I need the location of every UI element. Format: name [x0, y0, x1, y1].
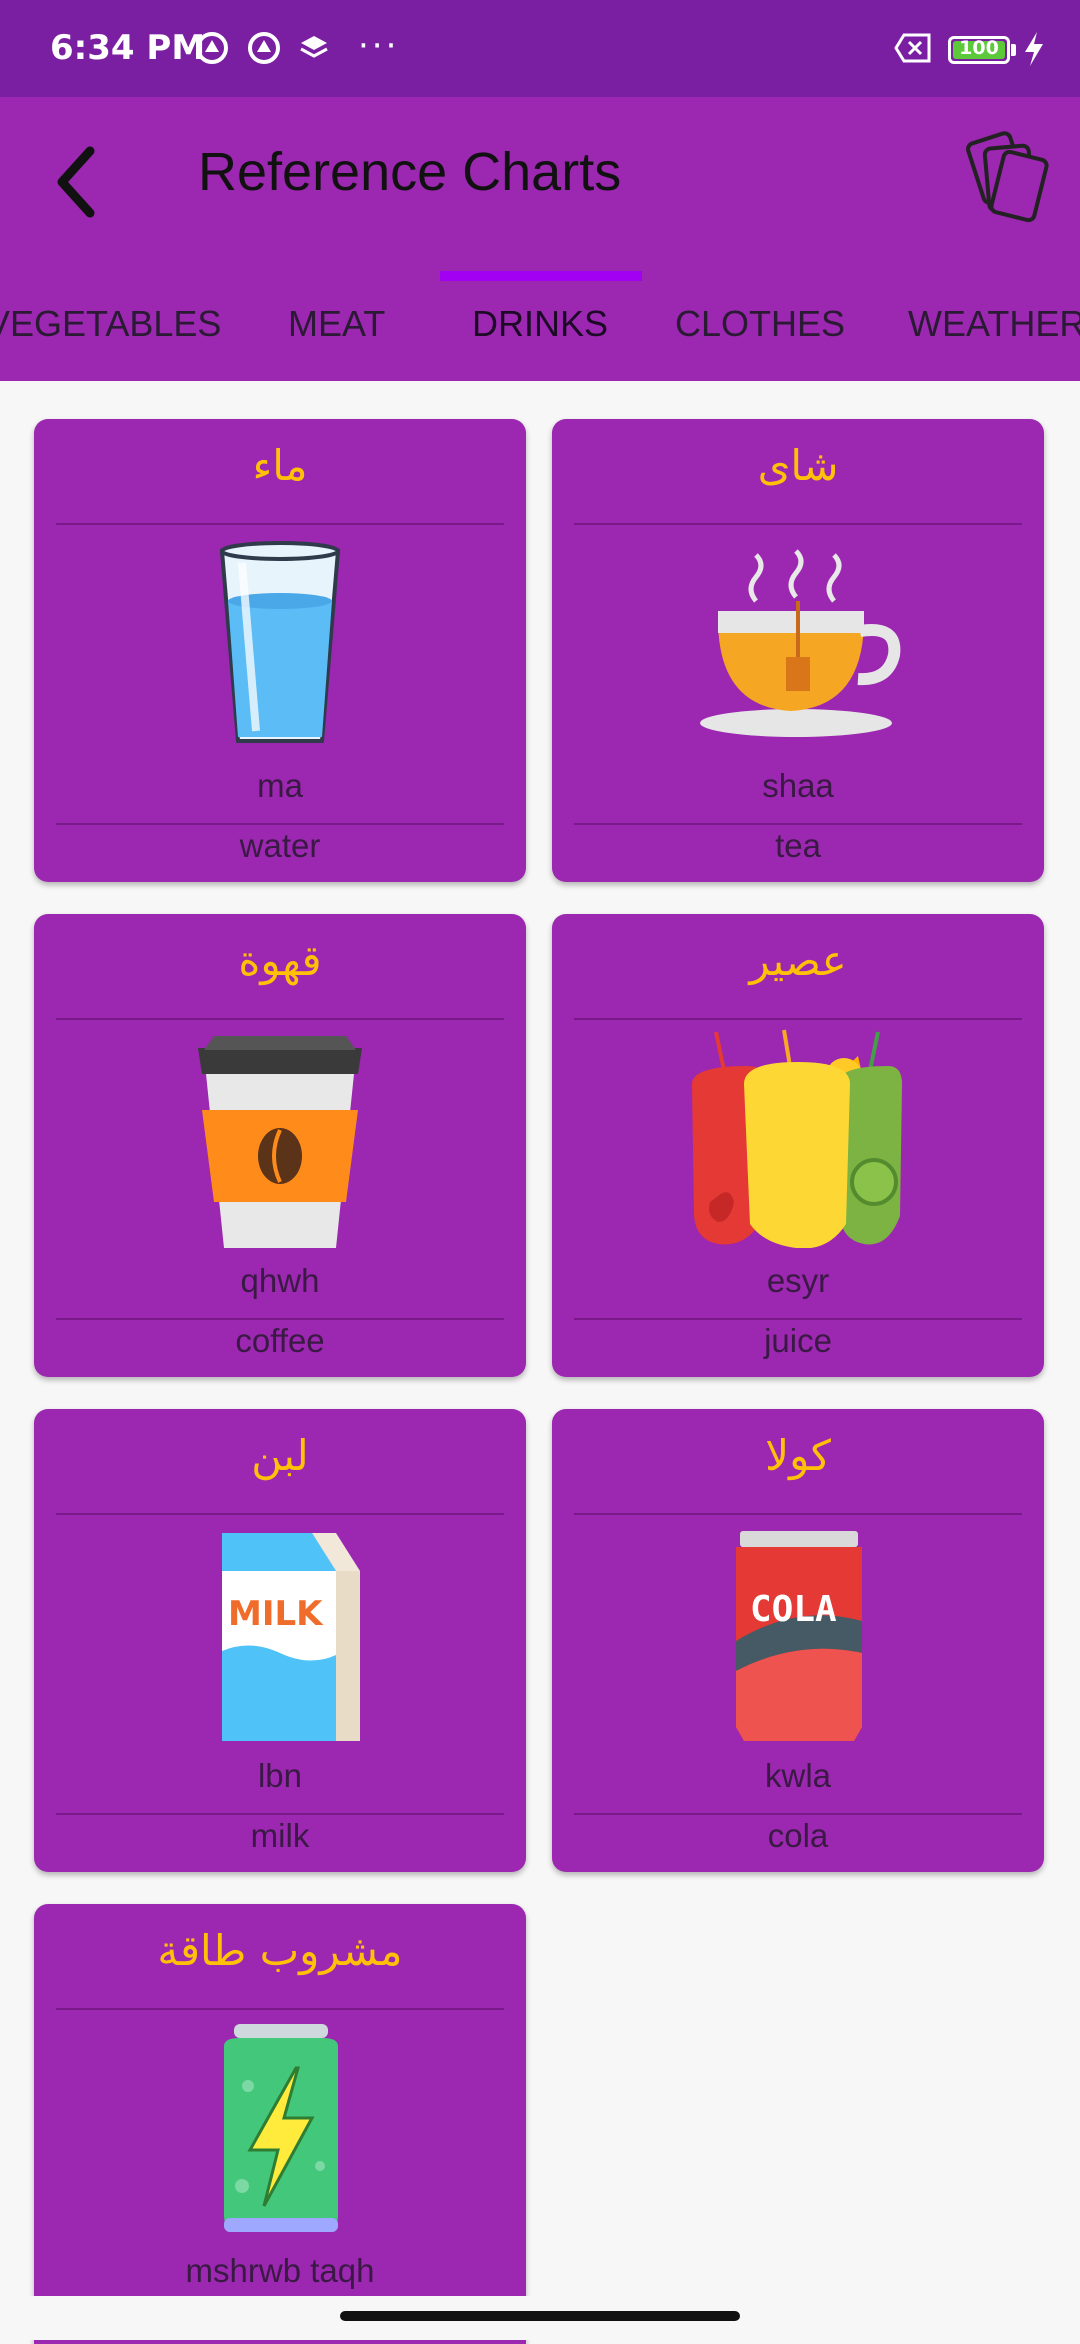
- english-word: water: [239, 827, 321, 864]
- drink-card-tea[interactable]: شاى shaa tea: [552, 419, 1044, 882]
- arabic-word: شاى: [757, 441, 839, 490]
- tab-drinks[interactable]: Drinks: [472, 281, 608, 381]
- battery-icon: 100: [948, 36, 1010, 64]
- tab-weather[interactable]: Weather: [908, 281, 1080, 381]
- transliteration: shaa: [762, 767, 834, 804]
- arabic-word: عصير: [749, 936, 847, 985]
- app-bar: Reference Charts Vegetables Meat Drinks …: [0, 97, 1080, 381]
- arabic-word: لبن: [251, 1431, 309, 1480]
- energy-drink-can-icon: [224, 2024, 338, 2232]
- tab-meat[interactable]: Meat: [288, 281, 385, 381]
- home-indicator[interactable]: [340, 2311, 740, 2321]
- english-word: milk: [250, 1817, 310, 1854]
- sim-icon: [894, 33, 931, 63]
- svg-text:COLA: COLA: [750, 1589, 837, 1630]
- drink-card-energy-drink[interactable]: مشروب طاقة mshrwb taqh: [34, 1904, 526, 2344]
- notification-icon: [248, 32, 280, 64]
- svg-text:MILK: MILK: [228, 1594, 324, 1634]
- arabic-word: كولا: [765, 1431, 831, 1480]
- drink-card-cola[interactable]: كولا COLA kwla cola: [552, 1409, 1044, 1872]
- arabic-word: قهوة: [238, 936, 322, 985]
- english-word: juice: [764, 1322, 832, 1359]
- drink-card-juice[interactable]: عصير esyr juice: [552, 914, 1044, 1377]
- transliteration: mshrwb taqh: [185, 2252, 375, 2289]
- english-word: coffee: [235, 1322, 325, 1359]
- transliteration: kwla: [764, 1757, 832, 1794]
- tab-indicator: [440, 271, 642, 281]
- transliteration: lbn: [257, 1757, 303, 1794]
- tab-clothes[interactable]: Clothes: [675, 281, 845, 381]
- category-tabs: Vegetables Meat Drinks Clothes Weather: [0, 281, 1080, 381]
- tea-cup-icon: [700, 549, 901, 737]
- drink-card-milk[interactable]: لبن MILK lbn milk: [34, 1409, 526, 1872]
- transliteration: esyr: [766, 1262, 830, 1299]
- arabic-word: مشروب طاقة: [157, 1926, 403, 1975]
- english-word: tea: [775, 827, 821, 864]
- battery-level: 100: [959, 37, 999, 59]
- tab-vegetables[interactable]: Vegetables: [0, 281, 221, 381]
- transliteration: qhwh: [240, 1262, 320, 1299]
- back-arrow-icon[interactable]: [40, 137, 120, 227]
- coffee-cup-icon: [198, 1036, 362, 1248]
- more-notifications-icon: ···: [358, 26, 400, 66]
- cola-can-icon: COLA: [736, 1531, 862, 1741]
- transliteration: ma: [257, 767, 303, 804]
- drink-card-coffee[interactable]: قهوة qhwh coffee: [34, 914, 526, 1377]
- notification-icon: [196, 32, 228, 64]
- juice-glasses-icon: [692, 1029, 902, 1248]
- english-word: cola: [767, 1817, 829, 1854]
- status-time: 6:34 PM: [50, 28, 206, 68]
- status-bar: 6:34 PM ··· 100: [0, 0, 1080, 97]
- charging-icon: [1025, 32, 1043, 66]
- arabic-word: ماء: [252, 441, 308, 490]
- water-glass-icon: [219, 541, 341, 743]
- layers-icon: [300, 36, 328, 58]
- milk-carton-icon: MILK: [222, 1533, 360, 1741]
- page-title: Reference Charts: [198, 142, 622, 202]
- flashcards-icon[interactable]: [965, 129, 1055, 229]
- drink-card-water[interactable]: ماء ma water: [34, 419, 526, 882]
